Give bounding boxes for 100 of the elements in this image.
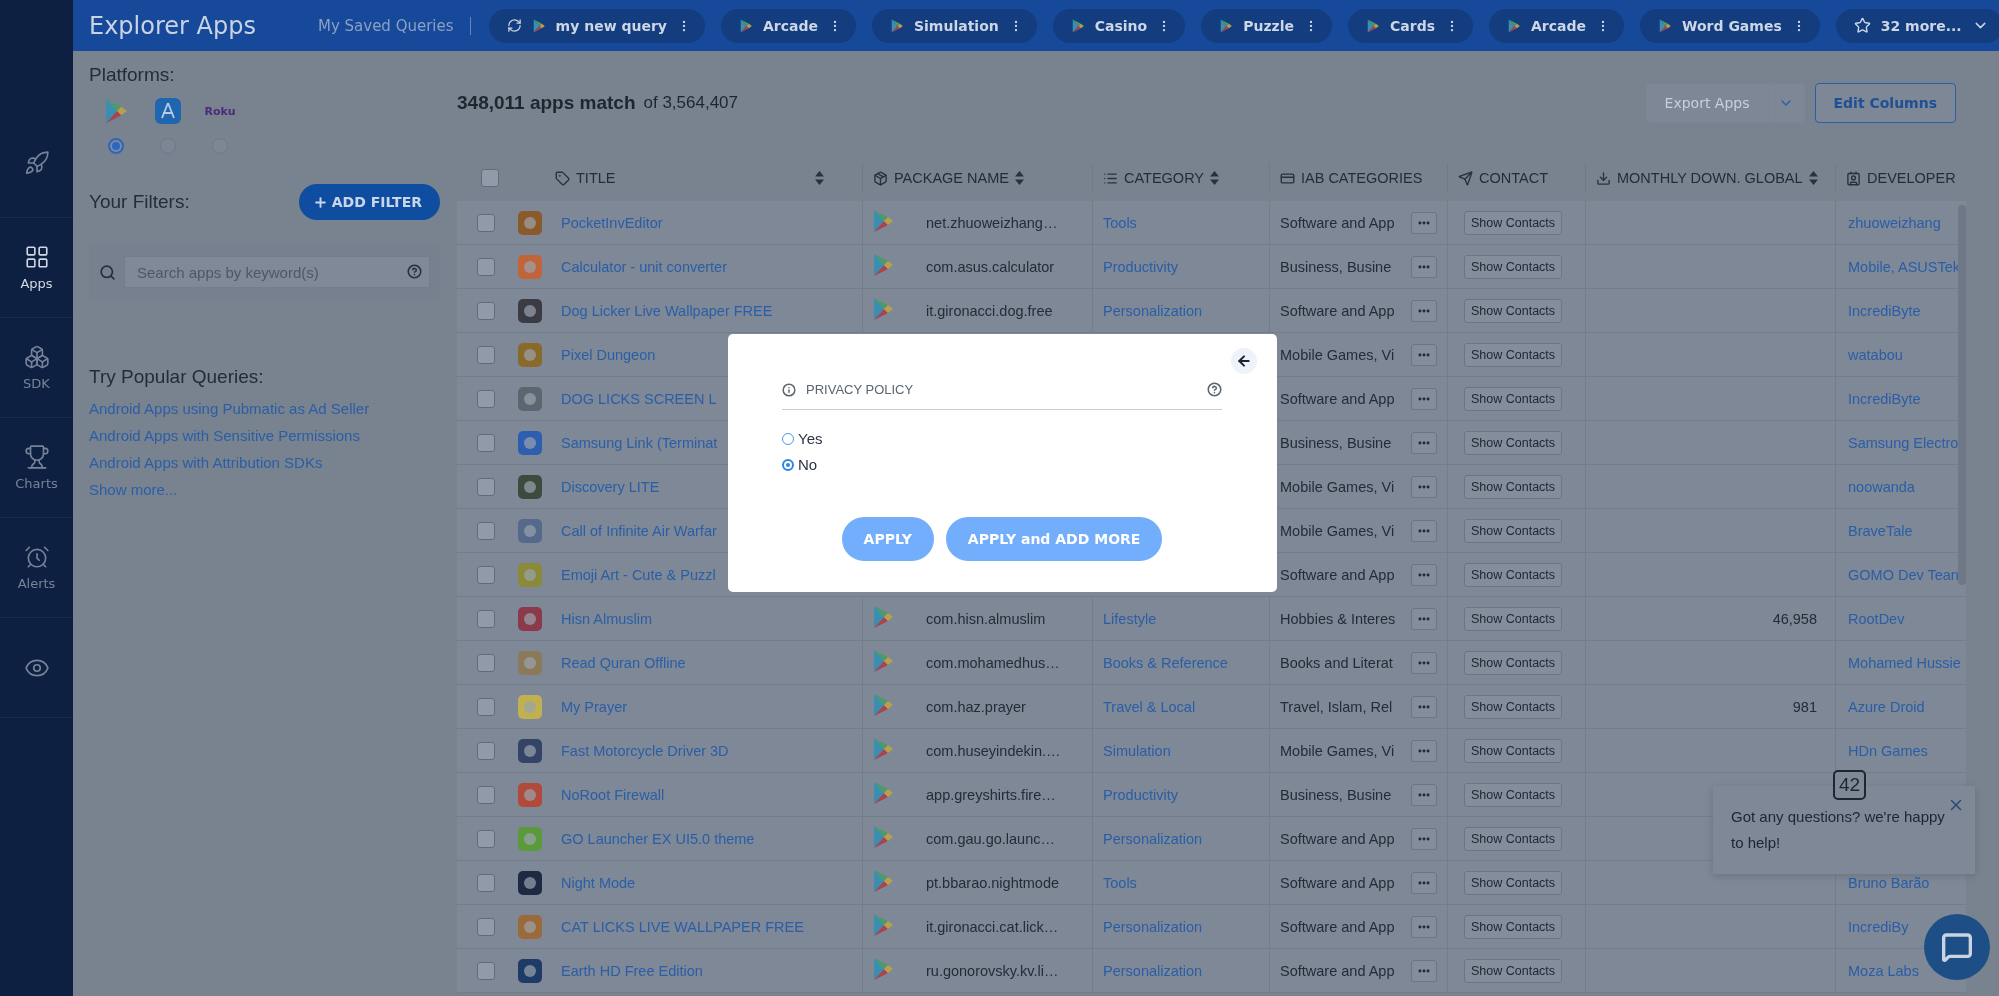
- show-more-link[interactable]: Show more...: [89, 481, 440, 498]
- developer-link[interactable]: IncrediBy: [1848, 918, 1909, 935]
- app-title-link[interactable]: Dog Licker Live Wallpaper FREE: [561, 302, 773, 319]
- show-contacts-button[interactable]: Show Contacts: [1464, 386, 1563, 411]
- app-title-link[interactable]: Hisn Almuslim: [561, 610, 653, 627]
- show-contacts-button[interactable]: Show Contacts: [1464, 738, 1563, 763]
- checkbox[interactable]: [477, 213, 495, 232]
- developer-link[interactable]: IncrediByte: [1848, 390, 1921, 407]
- checkbox[interactable]: [481, 169, 499, 187]
- help-icon[interactable]: [1207, 382, 1222, 397]
- more-button[interactable]: [1411, 475, 1437, 498]
- category-link[interactable]: Personalization: [1103, 830, 1203, 847]
- more-button[interactable]: [1411, 255, 1437, 278]
- developer-link[interactable]: Moza Labs: [1848, 962, 1919, 979]
- nav-item[interactable]: Alerts: [0, 518, 73, 618]
- saved-query-tab[interactable]: Arcade: [720, 8, 856, 43]
- developer-link[interactable]: Bruno Barão: [1848, 874, 1930, 891]
- more-button[interactable]: [1411, 607, 1437, 630]
- more-button[interactable]: [1411, 299, 1437, 322]
- app-title-link[interactable]: NoRoot Firewall: [561, 786, 665, 803]
- edit-columns-button[interactable]: Edit Columns: [1814, 83, 1956, 123]
- show-contacts-button[interactable]: Show Contacts: [1464, 870, 1563, 895]
- nav-item[interactable]: Apps: [0, 218, 73, 318]
- show-contacts-button[interactable]: Show Contacts: [1464, 210, 1563, 235]
- nav-item[interactable]: SDK: [0, 318, 73, 418]
- checkbox[interactable]: [477, 741, 495, 760]
- category-link[interactable]: Tools: [1103, 214, 1137, 231]
- more-button[interactable]: [1411, 387, 1437, 410]
- saved-query-tab[interactable]: Simulation: [871, 8, 1037, 43]
- apply-add-more-button[interactable]: APPLY and ADD MORE: [945, 517, 1163, 561]
- sort-icon[interactable]: [815, 171, 824, 185]
- add-filter-button[interactable]: ADD FILTER: [298, 184, 440, 220]
- show-contacts-button[interactable]: Show Contacts: [1464, 518, 1563, 543]
- developer-link[interactable]: HDn Games: [1848, 742, 1928, 759]
- apply-button[interactable]: APPLY: [841, 517, 934, 561]
- app-title-link[interactable]: CAT LICKS LIVE WALLPAPER FREE: [561, 918, 804, 935]
- checkbox[interactable]: [477, 433, 495, 452]
- category-link[interactable]: Personalization: [1103, 302, 1203, 319]
- app-title-link[interactable]: Calculator - unit converter: [561, 258, 727, 275]
- app-title-link[interactable]: Discovery LITE: [561, 478, 660, 495]
- developer-link[interactable]: IncrediByte: [1848, 302, 1921, 319]
- more-button[interactable]: [1411, 431, 1437, 454]
- checkbox[interactable]: [477, 961, 495, 980]
- radio-button[interactable]: [782, 458, 794, 471]
- category-link[interactable]: Personalization: [1103, 918, 1203, 935]
- saved-query-tab[interactable]: my new query: [488, 8, 705, 43]
- show-contacts-button[interactable]: Show Contacts: [1464, 914, 1563, 939]
- show-contacts-button[interactable]: Show Contacts: [1464, 782, 1563, 807]
- show-contacts-button[interactable]: Show Contacts: [1464, 474, 1563, 499]
- app-title-link[interactable]: Samsung Link (Terminat: [561, 434, 718, 451]
- app-title-link[interactable]: PocketInvEditor: [561, 214, 663, 231]
- show-contacts-button[interactable]: Show Contacts: [1464, 694, 1563, 719]
- column-header[interactable]: IAB CATEGORIES: [1301, 170, 1423, 186]
- category-link[interactable]: Books & Reference: [1103, 654, 1228, 671]
- app-title-link[interactable]: Night Mode: [561, 874, 636, 891]
- saved-query-tab[interactable]: Cards: [1348, 8, 1473, 43]
- show-contacts-button[interactable]: Show Contacts: [1464, 430, 1563, 455]
- checkbox[interactable]: [477, 301, 495, 320]
- category-link[interactable]: Lifestyle: [1103, 610, 1157, 627]
- more-button[interactable]: [1411, 343, 1437, 366]
- developer-link[interactable]: GOMO Dev Tean: [1848, 566, 1959, 583]
- column-header[interactable]: CATEGORY: [1124, 170, 1205, 186]
- checkbox[interactable]: [477, 257, 495, 276]
- app-title-link[interactable]: Earth HD Free Edition: [561, 962, 703, 979]
- column-header[interactable]: PACKAGE NAME: [894, 170, 1009, 186]
- more-button[interactable]: [1411, 739, 1437, 762]
- show-contacts-button[interactable]: Show Contacts: [1464, 562, 1563, 587]
- app-title-link[interactable]: Read Quran Offline: [561, 654, 686, 671]
- category-link[interactable]: Simulation: [1103, 742, 1171, 759]
- checkbox[interactable]: [477, 697, 495, 716]
- app-title-link[interactable]: Fast Motorcycle Driver 3D: [561, 742, 729, 759]
- saved-query-tab[interactable]: Word Games: [1640, 8, 1820, 43]
- checkbox[interactable]: [477, 917, 495, 936]
- more-button[interactable]: [1411, 827, 1437, 850]
- show-contacts-button[interactable]: Show Contacts: [1464, 298, 1563, 323]
- app-title-link[interactable]: DOG LICKS SCREEN L: [561, 390, 717, 407]
- sort-icon[interactable]: [1014, 171, 1024, 185]
- nav-item[interactable]: Charts: [0, 418, 73, 518]
- show-contacts-button[interactable]: Show Contacts: [1464, 606, 1563, 631]
- category-link[interactable]: Productivity: [1103, 786, 1178, 803]
- show-contacts-button[interactable]: Show Contacts: [1464, 826, 1563, 851]
- checkbox[interactable]: [477, 609, 495, 628]
- more-button[interactable]: [1411, 519, 1437, 542]
- app-title-link[interactable]: Call of Infinite Air Warfar: [561, 522, 717, 539]
- checkbox[interactable]: [477, 653, 495, 672]
- column-header[interactable]: DEVELOPER: [1867, 170, 1956, 186]
- saved-query-tab[interactable]: Puzzle: [1201, 8, 1332, 43]
- developer-link[interactable]: Azure Droid: [1848, 698, 1925, 715]
- checkbox[interactable]: [477, 345, 495, 364]
- developer-link[interactable]: RootDev: [1848, 610, 1905, 627]
- app-title-link[interactable]: GO Launcher EX UI5.0 theme: [561, 830, 755, 847]
- column-header[interactable]: MONTHLY DOWN. GLOBAL: [1617, 170, 1803, 186]
- developer-link[interactable]: watabou: [1848, 346, 1903, 363]
- developer-link[interactable]: zhuoweizhang: [1848, 214, 1941, 231]
- more-button[interactable]: [1411, 959, 1437, 982]
- developer-link[interactable]: Samsung Electro: [1848, 434, 1959, 451]
- developer-link[interactable]: BraveTale: [1848, 522, 1913, 539]
- checkbox[interactable]: [477, 785, 495, 804]
- category-link[interactable]: Travel & Local: [1103, 698, 1196, 715]
- category-link[interactable]: Productivity: [1103, 258, 1178, 275]
